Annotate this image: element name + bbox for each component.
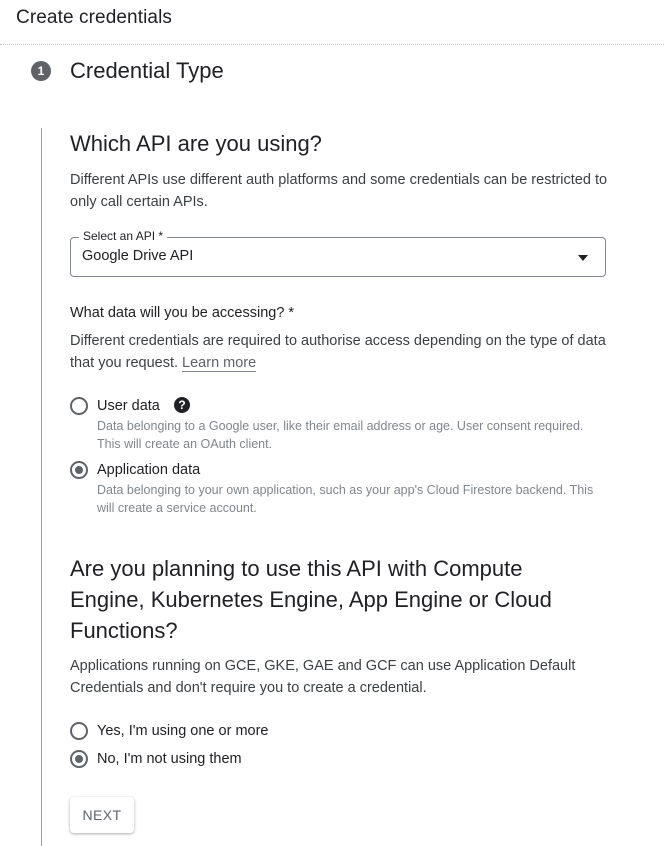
api-select-value: Google Drive API [82, 248, 194, 264]
radio-label: Application data [97, 462, 201, 478]
learn-more-link[interactable]: Learn more [182, 355, 257, 372]
help-icon[interactable]: ? [174, 397, 190, 413]
api-select-label: Select an API * [79, 229, 168, 243]
data-access-description: Different credentials are required to au… [70, 330, 610, 374]
radio-button-checked[interactable] [70, 750, 88, 768]
compute-section-description: Applications running on GCE, GKE, GAE an… [70, 658, 576, 696]
next-button[interactable]: NEXT [70, 797, 134, 833]
radio-button[interactable] [70, 722, 88, 740]
step-title: Credential Type [70, 58, 224, 83]
radio-label: No, I'm not using them [97, 751, 242, 767]
radio-application-data-description: Data belonging to your own application, … [97, 483, 594, 515]
radio-label: Yes, I'm using one or more [97, 723, 269, 739]
step-number-badge: 1 [31, 61, 51, 81]
api-select[interactable]: Select an API * Google Drive API [70, 229, 606, 277]
api-section-heading: Which API are you using? [70, 131, 322, 156]
create-credentials-page: Create credentials 1 Credential Type Whi… [0, 0, 664, 846]
data-access-label: What data will you be accessing? * [70, 305, 295, 321]
data-access-description-text: Different credentials are required to au… [70, 333, 606, 371]
radio-user-data-description: Data belonging to a Google user, like th… [97, 419, 584, 451]
page-title: Create credentials [16, 7, 172, 28]
page-header: Create credentials [0, 0, 664, 45]
api-section-description: Different APIs use different auth platfo… [70, 172, 608, 210]
radio-button[interactable] [70, 397, 88, 415]
step-connector-line [41, 128, 42, 846]
dropdown-arrow-icon [578, 255, 588, 261]
radio-label: User data [97, 398, 160, 414]
radio-button-checked[interactable] [70, 461, 88, 479]
compute-section-heading: Are you planning to use this API with Co… [70, 556, 552, 643]
